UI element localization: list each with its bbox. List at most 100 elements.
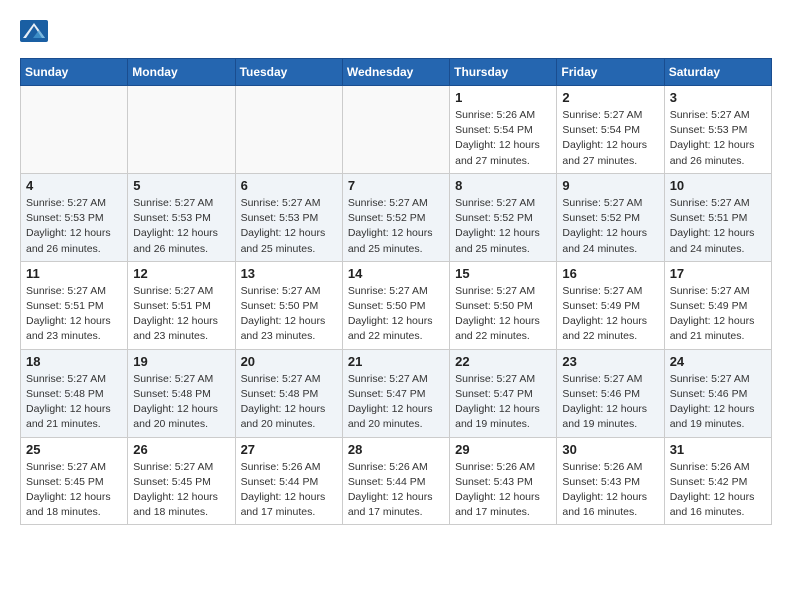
day-header-wednesday: Wednesday <box>342 59 449 86</box>
calendar-cell: 11Sunrise: 5:27 AM Sunset: 5:51 PM Dayli… <box>21 261 128 349</box>
day-info: Sunrise: 5:27 AM Sunset: 5:49 PM Dayligh… <box>670 284 766 345</box>
day-number: 13 <box>241 266 337 281</box>
day-info: Sunrise: 5:26 AM Sunset: 5:43 PM Dayligh… <box>455 460 551 521</box>
day-info: Sunrise: 5:27 AM Sunset: 5:52 PM Dayligh… <box>348 196 444 257</box>
day-info: Sunrise: 5:27 AM Sunset: 5:48 PM Dayligh… <box>241 372 337 433</box>
logo <box>20 20 52 42</box>
day-number: 8 <box>455 178 551 193</box>
calendar-cell: 16 Sunrise: 5:27 AM Sunset: 5:49 PM Dayli… <box>557 261 664 349</box>
calendar-cell: 6 Sunrise: 5:27 AM Sunset: 5:53 PM Daylig… <box>235 173 342 261</box>
calendar-week-row: 25 Sunrise: 5:27 AM Sunset: 5:45 PM Dayli… <box>21 437 772 525</box>
day-number: 25 <box>26 442 122 457</box>
day-info: Sunrise: 5:27 AM Sunset: 5:53 PM Dayligh… <box>670 108 766 169</box>
calendar-cell: 17 Sunrise: 5:27 AM Sunset: 5:49 PM Dayli… <box>664 261 771 349</box>
day-info: Sunrise: 5:27 AM Sunset: 5:48 PM Dayligh… <box>133 372 229 433</box>
calendar-cell: 4Sunrise: 5:27 AM Sunset: 5:53 PM Daylig… <box>21 173 128 261</box>
day-info: Sunrise: 5:26 AM Sunset: 5:42 PM Dayligh… <box>670 460 766 521</box>
calendar-cell: 20 Sunrise: 5:27 AM Sunset: 5:48 PM Dayli… <box>235 349 342 437</box>
day-number: 12 <box>133 266 229 281</box>
day-info: Sunrise: 5:27 AM Sunset: 5:45 PM Dayligh… <box>26 460 122 521</box>
calendar-week-row: 11Sunrise: 5:27 AM Sunset: 5:51 PM Dayli… <box>21 261 772 349</box>
day-info: Sunrise: 5:27 AM Sunset: 5:49 PM Dayligh… <box>562 284 658 345</box>
calendar-cell: 26 Sunrise: 5:27 AM Sunset: 5:45 PM Dayli… <box>128 437 235 525</box>
calendar-week-row: 4 Sunrise: 5:27 AM Sunset: 5:53 PM Daylig… <box>21 173 772 261</box>
calendar-cell: 23 Sunrise: 5:27 AM Sunset: 5:46 PM Dayli… <box>557 349 664 437</box>
day-info: Sunrise: 5:27 AM Sunset: 5:51 PM Dayligh… <box>670 196 766 257</box>
day-info: Sunrise: 5:27 AM Sunset: 5:46 PM Dayligh… <box>562 372 658 433</box>
logo-icon <box>20 20 48 42</box>
day-number: 2 <box>562 90 658 105</box>
calendar-table: SundayMondayTuesdayWednesdayThursdayFrid… <box>20 58 772 525</box>
day-number: 20 <box>241 354 337 369</box>
day-info: Sunrise: 5:27 AM Sunset: 5:53 PM Dayligh… <box>241 196 337 257</box>
day-info: Sunrise: 5:27 AM Sunset: 5:52 PM Dayligh… <box>455 196 551 257</box>
calendar-cell <box>235 86 342 174</box>
calendar-cell: 15 Sunrise: 5:27 AM Sunset: 5:50 PM Dayli… <box>450 261 557 349</box>
day-number: 5 <box>133 178 229 193</box>
calendar-cell: 3 Sunrise: 5:27 AM Sunset: 5:53 PM Daylig… <box>664 86 771 174</box>
day-info: Sunrise: 5:27 AM Sunset: 5:50 PM Dayligh… <box>348 284 444 345</box>
calendar-cell <box>342 86 449 174</box>
day-number: 4 <box>26 178 122 193</box>
calendar-cell: 2 Sunrise: 5:27 AM Sunset: 5:54 PM Daylig… <box>557 86 664 174</box>
day-info: Sunrise: 5:27 AM Sunset: 5:53 PM Dayligh… <box>133 196 229 257</box>
day-number: 15 <box>455 266 551 281</box>
day-number: 31 <box>670 442 766 457</box>
calendar-week-row: 18Sunrise: 5:27 AM Sunset: 5:48 PM Dayli… <box>21 349 772 437</box>
day-number: 27 <box>241 442 337 457</box>
day-number: 10 <box>670 178 766 193</box>
day-header-sunday: Sunday <box>21 59 128 86</box>
calendar-week-row: 1Sunrise: 5:26 AM Sunset: 5:54 PM Daylig… <box>21 86 772 174</box>
day-number: 24 <box>670 354 766 369</box>
day-number: 17 <box>670 266 766 281</box>
calendar-cell: 27 Sunrise: 5:26 AM Sunset: 5:44 PM Dayli… <box>235 437 342 525</box>
calendar-cell: 21 Sunrise: 5:27 AM Sunset: 5:47 PM Dayli… <box>342 349 449 437</box>
calendar-cell <box>21 86 128 174</box>
day-info: Sunrise: 5:27 AM Sunset: 5:47 PM Dayligh… <box>348 372 444 433</box>
calendar-cell: 30 Sunrise: 5:26 AM Sunset: 5:43 PM Dayli… <box>557 437 664 525</box>
calendar-cell: 18Sunrise: 5:27 AM Sunset: 5:48 PM Dayli… <box>21 349 128 437</box>
calendar-cell: 1Sunrise: 5:26 AM Sunset: 5:54 PM Daylig… <box>450 86 557 174</box>
day-number: 3 <box>670 90 766 105</box>
day-header-saturday: Saturday <box>664 59 771 86</box>
page-header <box>20 20 772 42</box>
day-info: Sunrise: 5:27 AM Sunset: 5:45 PM Dayligh… <box>133 460 229 521</box>
day-header-tuesday: Tuesday <box>235 59 342 86</box>
calendar-cell: 9Sunrise: 5:27 AM Sunset: 5:52 PM Daylig… <box>557 173 664 261</box>
day-number: 23 <box>562 354 658 369</box>
day-number: 6 <box>241 178 337 193</box>
day-number: 19 <box>133 354 229 369</box>
day-number: 21 <box>348 354 444 369</box>
calendar-cell: 10 Sunrise: 5:27 AM Sunset: 5:51 PM Dayli… <box>664 173 771 261</box>
day-info: Sunrise: 5:26 AM Sunset: 5:54 PM Dayligh… <box>455 108 551 169</box>
day-info: Sunrise: 5:27 AM Sunset: 5:48 PM Dayligh… <box>26 372 122 433</box>
calendar-cell: 7Sunrise: 5:27 AM Sunset: 5:52 PM Daylig… <box>342 173 449 261</box>
day-number: 26 <box>133 442 229 457</box>
calendar-cell: 28Sunrise: 5:26 AM Sunset: 5:44 PM Dayli… <box>342 437 449 525</box>
calendar-cell: 19 Sunrise: 5:27 AM Sunset: 5:48 PM Dayli… <box>128 349 235 437</box>
day-info: Sunrise: 5:27 AM Sunset: 5:52 PM Dayligh… <box>562 196 658 257</box>
calendar-cell: 31 Sunrise: 5:26 AM Sunset: 5:42 PM Dayli… <box>664 437 771 525</box>
day-number: 16 <box>562 266 658 281</box>
day-info: Sunrise: 5:27 AM Sunset: 5:50 PM Dayligh… <box>455 284 551 345</box>
calendar-cell: 22 Sunrise: 5:27 AM Sunset: 5:47 PM Dayli… <box>450 349 557 437</box>
day-info: Sunrise: 5:27 AM Sunset: 5:51 PM Dayligh… <box>133 284 229 345</box>
calendar-header-row: SundayMondayTuesdayWednesdayThursdayFrid… <box>21 59 772 86</box>
day-number: 29 <box>455 442 551 457</box>
calendar-cell: 25 Sunrise: 5:27 AM Sunset: 5:45 PM Dayli… <box>21 437 128 525</box>
day-number: 22 <box>455 354 551 369</box>
calendar-cell: 13Sunrise: 5:27 AM Sunset: 5:50 PM Dayli… <box>235 261 342 349</box>
day-header-monday: Monday <box>128 59 235 86</box>
calendar-cell: 29 Sunrise: 5:26 AM Sunset: 5:43 PM Dayli… <box>450 437 557 525</box>
day-number: 14 <box>348 266 444 281</box>
day-info: Sunrise: 5:27 AM Sunset: 5:46 PM Dayligh… <box>670 372 766 433</box>
day-info: Sunrise: 5:26 AM Sunset: 5:44 PM Dayligh… <box>241 460 337 521</box>
day-info: Sunrise: 5:26 AM Sunset: 5:43 PM Dayligh… <box>562 460 658 521</box>
day-info: Sunrise: 5:27 AM Sunset: 5:54 PM Dayligh… <box>562 108 658 169</box>
day-info: Sunrise: 5:27 AM Sunset: 5:47 PM Dayligh… <box>455 372 551 433</box>
day-header-thursday: Thursday <box>450 59 557 86</box>
calendar-cell: 5 Sunrise: 5:27 AM Sunset: 5:53 PM Daylig… <box>128 173 235 261</box>
day-number: 28 <box>348 442 444 457</box>
day-number: 30 <box>562 442 658 457</box>
day-info: Sunrise: 5:27 AM Sunset: 5:51 PM Dayligh… <box>26 284 122 345</box>
